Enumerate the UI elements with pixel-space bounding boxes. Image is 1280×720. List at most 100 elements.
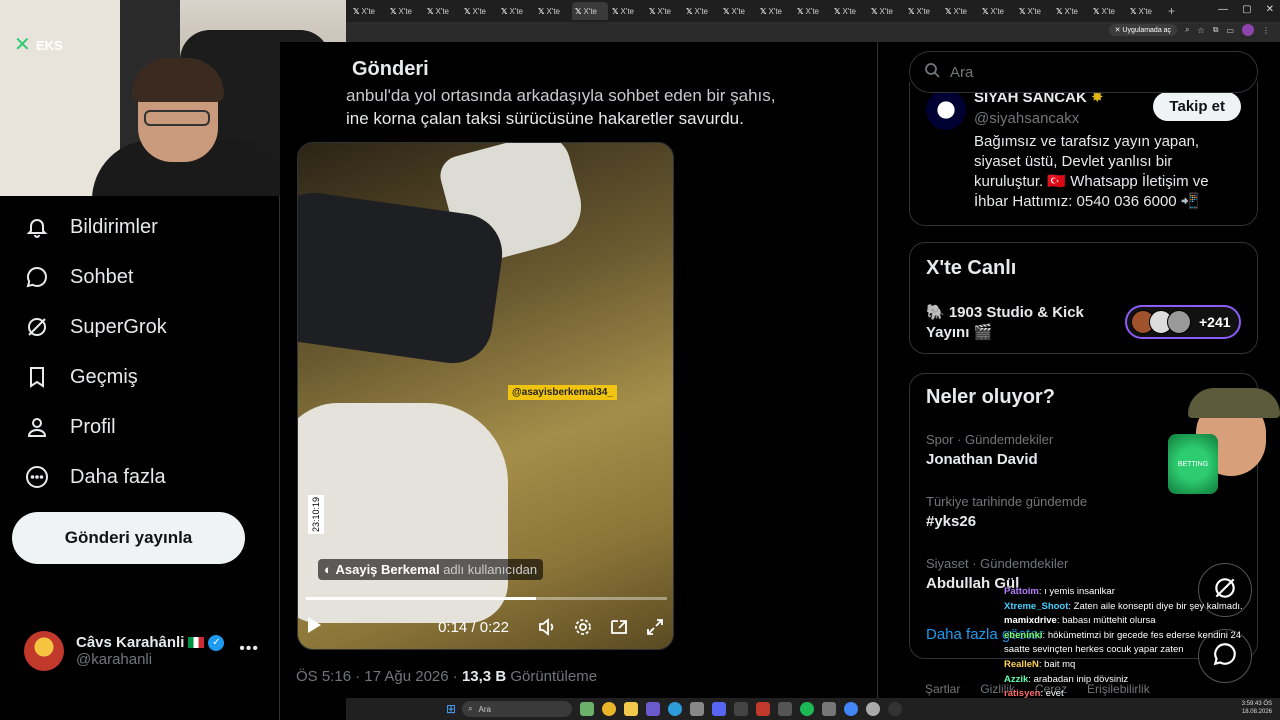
browser-tab[interactable]: 𝕏 X'te — [757, 2, 793, 20]
footer-link-terms[interactable]: Şartlar — [925, 682, 960, 696]
video-credit[interactable]: ◐ Asayiş Berkemal adlı kullanıcıdan — [318, 559, 544, 580]
browser-tab-label: X'te — [583, 6, 597, 16]
sidebar-icon[interactable]: ▭ — [1226, 26, 1234, 35]
nav-item-chat[interactable]: Sohbet — [24, 262, 133, 292]
app-icon[interactable] — [646, 702, 661, 716]
fullscreen-icon[interactable] — [643, 615, 667, 639]
chat-text: saatte sevinçten herkes cocuk yapar zate… — [1004, 644, 1184, 656]
app-icon[interactable] — [756, 702, 771, 716]
open-in-app-button[interactable]: ✕ Uygulamada aç — [1108, 24, 1178, 36]
chrome-icon[interactable] — [844, 702, 859, 716]
close-window-icon[interactable]: ✕ — [1266, 4, 1274, 15]
widgets-icon[interactable] — [580, 702, 595, 716]
taskbar-clock[interactable]: 3:59:43 ÖS 18.08.2026 — [1242, 700, 1272, 716]
webcam-person-glasses — [144, 110, 210, 126]
profile-avatar[interactable] — [1242, 24, 1254, 36]
video-player[interactable]: @asayisberkemal34_ 23:10:19 ◐ Asayiş Ber… — [297, 142, 674, 650]
browser-tab-strip: 𝕏 X'te 𝕏 X'te 𝕏 X'te 𝕏 X'te 𝕏 X'te 𝕏 X'te 𝕏 X'te 𝕏 X'te… — [346, 0, 1280, 22]
browser-tab[interactable]: 𝕏 X'te — [350, 2, 386, 20]
browser-tab-label: X'te — [842, 6, 856, 16]
nav-item-supergrok[interactable]: SuperGrok — [24, 312, 167, 342]
mascot-hat — [1188, 388, 1280, 418]
browser-tab[interactable]: 𝕏 X'te — [609, 2, 645, 20]
app-icon[interactable] — [668, 702, 683, 716]
browser-tab[interactable]: 𝕏 X'te — [1127, 2, 1163, 20]
menu-icon[interactable]: ⋮ — [1262, 26, 1270, 35]
app-icon[interactable] — [866, 702, 881, 716]
browser-tab[interactable]: 𝕏 X'te — [572, 2, 608, 20]
file-explorer-icon[interactable] — [624, 702, 639, 716]
browser-tab-label: X'te — [509, 6, 523, 16]
post-timestamp[interactable]: ÖS 5:16 · 17 Ağu 2026 · — [296, 668, 458, 685]
browser-tab[interactable]: 𝕏 X'te — [979, 2, 1015, 20]
browser-tab[interactable]: 𝕏 X'te — [646, 2, 682, 20]
trend-topic: #yks26 — [926, 513, 977, 530]
minimize-icon[interactable]: — — [1218, 4, 1228, 15]
browser-tab[interactable]: 𝕏 X'te — [683, 2, 719, 20]
browser-tab[interactable]: 𝕏 X'te — [831, 2, 867, 20]
play-icon[interactable] — [306, 616, 330, 638]
picture-in-picture-icon[interactable] — [607, 615, 631, 639]
nav-label: Sohbet — [70, 265, 134, 288]
video-credit-icon: ◐ — [324, 562, 332, 577]
chrome-icon[interactable] — [602, 702, 617, 716]
spotify-icon[interactable] — [800, 702, 815, 716]
video-progress-bar[interactable] — [306, 597, 667, 600]
search-input[interactable]: Ara — [909, 51, 1258, 93]
app-icon[interactable] — [690, 702, 705, 716]
nav-item-profile[interactable]: Profil — [24, 412, 116, 442]
who-to-follow-card: SİYAH SANCAK ✸ @siyahsancakx Takip et Ba… — [909, 82, 1258, 226]
browser-tab[interactable]: 𝕏 X'te — [905, 2, 941, 20]
live-listeners-pill[interactable]: +241 — [1125, 305, 1241, 339]
star-icon[interactable]: ☆ — [1198, 26, 1205, 35]
taskbar-search[interactable]: ⌕ Ara — [462, 701, 573, 717]
browser-tab[interactable]: 𝕏 X'te — [1053, 2, 1089, 20]
browser-tab[interactable]: 𝕏 X'te — [868, 2, 904, 20]
x-logo-icon: 𝕏 — [427, 6, 434, 16]
nav-item-notifications[interactable]: Bildirimler — [24, 212, 158, 242]
discord-icon[interactable] — [712, 702, 727, 716]
more-options-icon[interactable]: ••• — [239, 640, 259, 658]
search-icon: ⌕ — [468, 704, 473, 713]
windows-start-icon[interactable]: ⊞ — [446, 702, 456, 716]
browser-tab[interactable]: 𝕏 X'te — [424, 2, 460, 20]
maximize-icon[interactable]: ▢ — [1242, 4, 1251, 15]
browser-tab-label: X'te — [731, 6, 745, 16]
live-stream-title[interactable]: 🐘 1903 Studio & Kick Yayını 🎬 — [926, 303, 1106, 343]
nav-label: Profil — [70, 415, 116, 438]
browser-tab[interactable]: 𝕏 X'te — [498, 2, 534, 20]
browser-tab[interactable]: 𝕏 X'te — [794, 2, 830, 20]
left-navigation: Bildirimler Sohbet SuperGrok Geçmiş Prof… — [0, 196, 280, 720]
account-switcher[interactable]: Câvs Karahânli ✓ @karahanli ••• — [24, 628, 269, 674]
post-text: anbul'da yol ortasında arkadaşıyla sohbe… — [346, 84, 866, 130]
post-button[interactable]: Gönderi yayınla — [12, 512, 245, 564]
app-icon[interactable] — [734, 702, 749, 716]
browser-tab[interactable]: 𝕏 X'te — [1090, 2, 1126, 20]
settings-gear-icon[interactable] — [571, 615, 595, 639]
browser-tab[interactable]: 𝕏 X'te — [461, 2, 497, 20]
new-tab-icon[interactable]: + — [1168, 4, 1175, 18]
video-watermark: @asayisberkemal34_ — [508, 385, 617, 400]
app-icon[interactable] — [822, 702, 837, 716]
follow-button[interactable]: Takip et — [1153, 92, 1241, 121]
browser-tab[interactable]: 𝕏 X'te — [387, 2, 423, 20]
obs-icon[interactable] — [888, 702, 903, 716]
nav-item-history[interactable]: Geçmiş — [24, 362, 138, 392]
suggested-account-bio: Bağımsız ve tarafsız yayın yapan, siyase… — [974, 133, 1209, 210]
nav-item-more[interactable]: Daha fazla — [24, 462, 166, 492]
browser-tab[interactable]: 𝕏 X'te — [535, 2, 571, 20]
x-logo-icon: 𝕏 — [834, 6, 841, 16]
extensions-icon[interactable]: ⧉ — [1213, 25, 1219, 35]
browser-tab-label: X'te — [916, 6, 930, 16]
x-logo-icon: 𝕏 — [908, 6, 915, 16]
x-logo-icon: 𝕏 — [797, 6, 804, 16]
browser-tab[interactable]: 𝕏 X'te — [720, 2, 756, 20]
volume-icon[interactable] — [535, 615, 559, 639]
chat-username: Azzik — [1004, 673, 1029, 685]
browser-tab[interactable]: 𝕏 X'te — [942, 2, 978, 20]
post-text-line: ine korna çalan taksi sürücüsüne hakaret… — [346, 109, 744, 128]
browser-address-bar: ✕ Uygulamada aç ⌕ ☆ ⧉ ▭ ⋮ — [346, 22, 1280, 42]
browser-tab[interactable]: 𝕏 X'te — [1016, 2, 1052, 20]
app-icon[interactable] — [778, 702, 793, 716]
zoom-icon[interactable]: ⌕ — [1185, 25, 1189, 35]
